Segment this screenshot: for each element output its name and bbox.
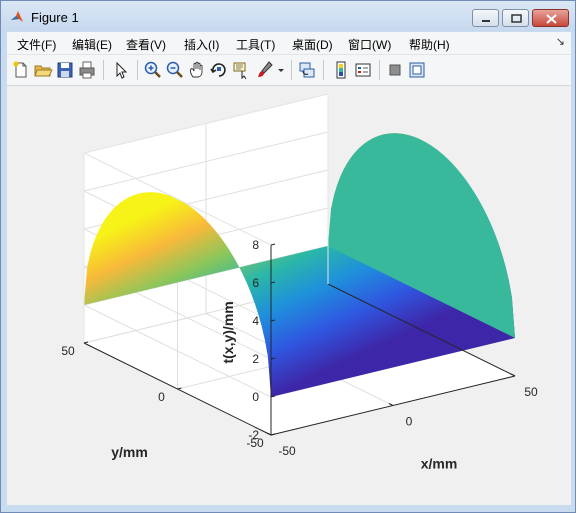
- menu-insert[interactable]: 插入(I): [184, 36, 219, 53]
- close-button[interactable]: [532, 9, 569, 27]
- menu-tools[interactable]: 工具(T): [236, 36, 275, 53]
- open-file-icon[interactable]: [33, 60, 53, 80]
- x-axis-label: x/mm: [421, 456, 458, 472]
- menu-view[interactable]: 查看(V): [126, 36, 166, 53]
- brush-dropdown-icon[interactable]: [275, 60, 287, 80]
- brush-icon[interactable]: [255, 60, 275, 80]
- toolbar-separator: [323, 60, 324, 80]
- surface-plot[interactable]: -202468-50050-50050t(x,y)/mmy/mmx/mm: [7, 86, 571, 505]
- menu-bar: 文件(F) 编辑(E) 查看(V) 插入(I) 工具(T) 桌面(D) 窗口(W…: [7, 32, 571, 55]
- z-axis-label: t(x,y)/mm: [220, 301, 236, 363]
- minimize-icon: [482, 20, 490, 22]
- figure-window: Figure 1 文件(F) 编辑(E) 查看(V) 插入(I) 工具(T) 桌…: [0, 0, 576, 513]
- z-tick-label: 0: [252, 390, 259, 404]
- zoom-out-icon[interactable]: [165, 60, 185, 80]
- save-icon[interactable]: [55, 60, 75, 80]
- z-tick-label: 6: [252, 276, 259, 290]
- toolbar-separator: [379, 60, 380, 80]
- pan-icon[interactable]: [187, 60, 207, 80]
- menu-file[interactable]: 文件(F): [17, 36, 56, 53]
- toolbar: [7, 55, 571, 86]
- toolbar-separator: [103, 60, 104, 80]
- title-bar[interactable]: Figure 1: [1, 1, 575, 31]
- toolbar-separator: [291, 60, 292, 80]
- hide-plot-tools-icon[interactable]: [385, 60, 405, 80]
- menu-window[interactable]: 窗口(W): [348, 36, 391, 53]
- x-tick-label: 50: [524, 385, 538, 399]
- window-title: Figure 1: [31, 10, 79, 25]
- z-tick-label: 2: [252, 352, 259, 366]
- pointer-icon[interactable]: [111, 60, 131, 80]
- y-tick-label: 50: [61, 344, 75, 358]
- menu-help[interactable]: 帮助(H): [409, 36, 450, 53]
- new-figure-icon[interactable]: [11, 60, 31, 80]
- minimize-button[interactable]: [472, 9, 499, 27]
- legend-icon[interactable]: [353, 60, 373, 80]
- zoom-in-icon[interactable]: [143, 60, 163, 80]
- y-axis-label: y/mm: [111, 444, 148, 460]
- figure-canvas[interactable]: -2 0 2 4 6 8 -50 0 50 -50 0 50 t(x,y)/mm y/mm x/mm: [7, 86, 571, 505]
- maximize-button[interactable]: [502, 9, 529, 27]
- menu-edit[interactable]: 编辑(E): [72, 36, 112, 53]
- close-icon: [546, 14, 557, 24]
- x-tick-label: 0: [406, 415, 413, 429]
- menu-desktop[interactable]: 桌面(D): [292, 36, 333, 53]
- z-tick-label: 4: [252, 314, 259, 328]
- z-tick-label: 8: [252, 238, 259, 252]
- data-cursor-icon[interactable]: [231, 60, 251, 80]
- rotate-3d-icon[interactable]: [209, 60, 229, 80]
- show-plot-tools-icon[interactable]: [407, 60, 427, 80]
- y-tick-label: 0: [158, 390, 165, 404]
- colorbar-icon[interactable]: [331, 60, 351, 80]
- menu-dock-arrow-icon[interactable]: ↘: [556, 35, 565, 48]
- link-plot-icon[interactable]: [297, 60, 317, 80]
- print-icon[interactable]: [77, 60, 97, 80]
- x-tick-label: -50: [278, 444, 296, 458]
- y-tick-label: -50: [246, 436, 264, 450]
- toolbar-separator: [137, 60, 138, 80]
- matlab-logo-icon: [11, 11, 23, 22]
- maximize-icon: [511, 14, 522, 23]
